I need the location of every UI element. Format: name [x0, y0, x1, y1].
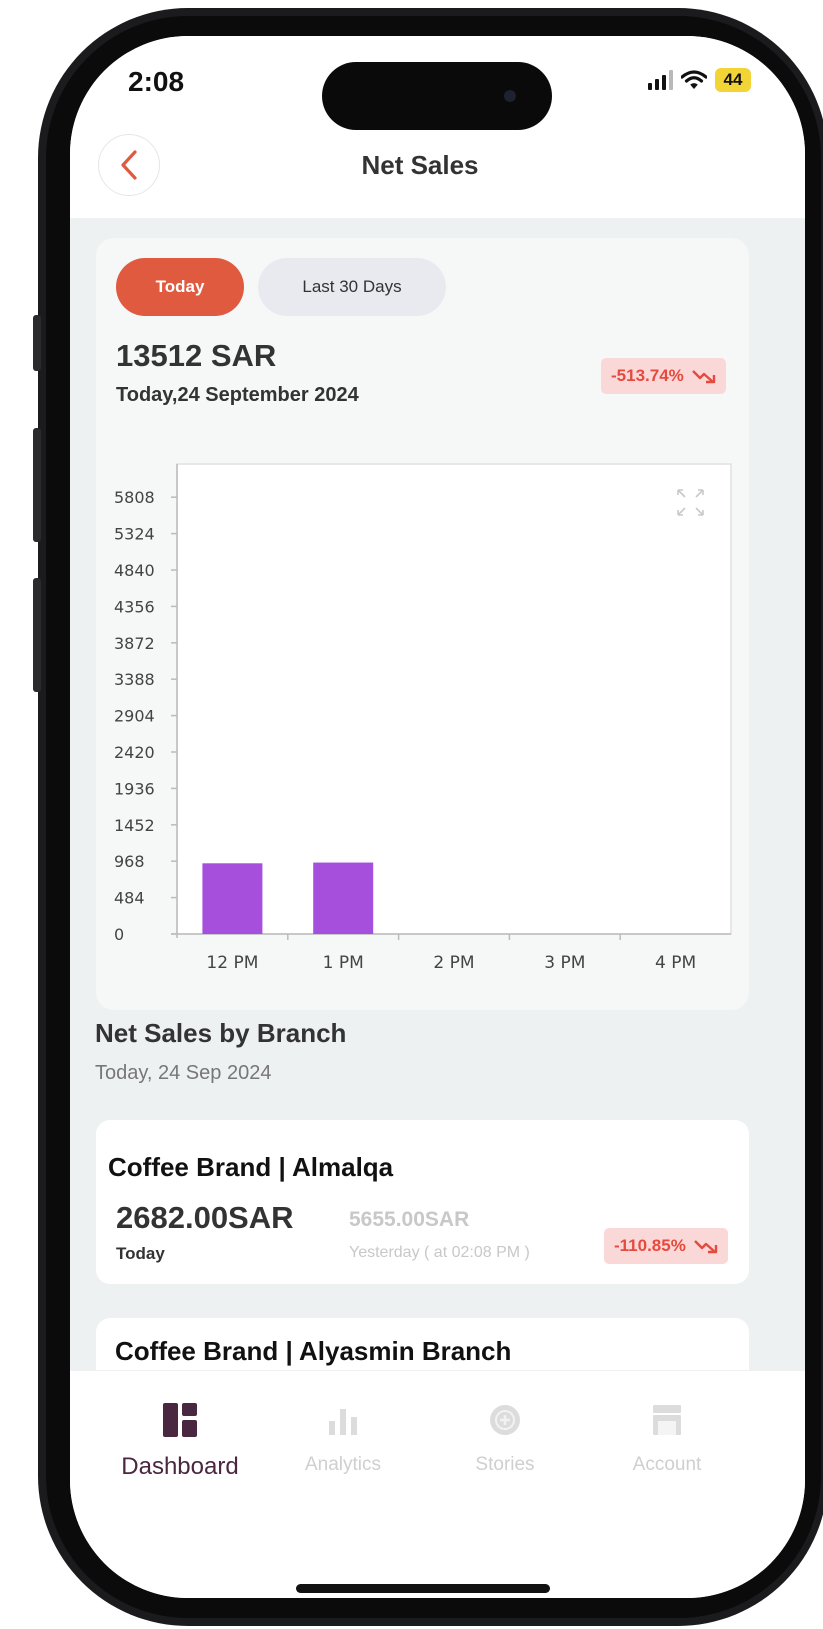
branch-name: Coffee Brand | Almalqa — [108, 1152, 394, 1182]
y-axis-ticks: 0 484 968 1452 1936 2420 2904 3388 3872 4356 4840 5… — [114, 488, 177, 944]
camera-icon — [504, 90, 516, 102]
net-sales-bar-chart: 0 484 968 1452 1936 2420 2904 3388 3872 4356 4840 5… — [114, 463, 732, 973]
branch-name: Coffee Brand | Alyasmin Branch — [115, 1336, 512, 1366]
side-button-volume-down — [33, 578, 41, 692]
nav-label-analytics: Analytics — [304, 1454, 382, 1475]
x-tick-label: 2 PM — [433, 953, 474, 973]
x-axis-ticks: 12 PM 1 PM 2 PM 3 PM 4 PM — [206, 934, 696, 973]
stories-icon — [490, 1405, 520, 1435]
branch-section-title: Net Sales by Branch — [95, 1018, 347, 1048]
bar-1-pm[interactable] — [313, 862, 374, 934]
nav-label-stories: Stories — [475, 1454, 535, 1475]
y-tick-label: 5808 — [114, 488, 155, 507]
nav-item-analytics[interactable]: Analytics — [258, 1371, 428, 1511]
side-button-action — [33, 315, 41, 371]
top-bar: 2:08 44 Net Sales — [70, 36, 805, 218]
nav-label-account: Account — [632, 1454, 702, 1475]
x-tick-label: 1 PM — [323, 953, 364, 973]
bar-12-pm[interactable] — [202, 863, 263, 934]
account-icon — [653, 1405, 681, 1435]
net-sales-chart-card: Today Last 30 Days 13512 SAR Today,24 Se… — [96, 238, 749, 1010]
branch-yesterday-value: 5655.00SAR — [349, 1208, 470, 1231]
bottom-navigation: Dashboard Analytics Stories Account — [70, 1370, 805, 1598]
trend-down-icon — [693, 1240, 718, 1254]
x-tick-label: 3 PM — [544, 953, 585, 973]
nav-item-account[interactable]: Account — [582, 1371, 752, 1511]
branch-card-almalqa[interactable]: Coffee Brand | Almalqa 2682.00SAR Today … — [96, 1120, 749, 1284]
branch-today-label: Today — [116, 1244, 165, 1263]
y-tick-label: 2420 — [114, 743, 155, 762]
y-tick-label: 3872 — [114, 634, 155, 653]
y-tick-label: 0 — [114, 925, 124, 944]
nav-label-dashboard: Dashboard — [121, 1453, 239, 1480]
nav-item-stories[interactable]: Stories — [420, 1371, 590, 1511]
screen: 2:08 44 Net Sales Today Last 30 Days 135… — [70, 36, 805, 1598]
y-tick-label: 4840 — [114, 561, 155, 580]
signal-icon — [648, 70, 673, 90]
home-indicator[interactable] — [296, 1584, 550, 1593]
x-tick-label: 4 PM — [655, 953, 696, 973]
y-tick-label: 1936 — [114, 779, 155, 798]
side-button-volume-up — [33, 428, 41, 542]
branch-section-date: Today, 24 Sep 2024 — [95, 1062, 272, 1084]
battery-icon: 44 — [715, 68, 751, 92]
dashboard-icon — [163, 1403, 197, 1437]
branch-yesterday-label: Yesterday ( at 02:08 PM ) — [349, 1244, 530, 1261]
page-title: Net Sales — [361, 150, 479, 180]
x-tick-label: 12 PM — [206, 953, 258, 973]
nav-item-dashboard[interactable]: Dashboard — [95, 1371, 265, 1511]
branch-today-value: 2682.00SAR — [116, 1200, 294, 1235]
y-tick-label: 3388 — [114, 670, 155, 689]
status-time: 2:08 — [128, 66, 185, 97]
y-tick-label: 1452 — [114, 816, 155, 835]
wifi-icon — [681, 70, 707, 89]
y-tick-label: 5324 — [114, 525, 155, 544]
y-tick-label: 4356 — [114, 597, 155, 616]
dynamic-island — [322, 62, 552, 130]
y-tick-label: 2904 — [114, 707, 155, 726]
branch-change-badge: -110.85% — [604, 1228, 728, 1264]
y-tick-label: 484 — [114, 889, 145, 908]
analytics-icon — [329, 1409, 357, 1435]
status-indicators: 44 — [648, 68, 751, 92]
y-tick-label: 968 — [114, 852, 145, 871]
branch-change-value: -110.85% — [614, 1236, 686, 1255]
